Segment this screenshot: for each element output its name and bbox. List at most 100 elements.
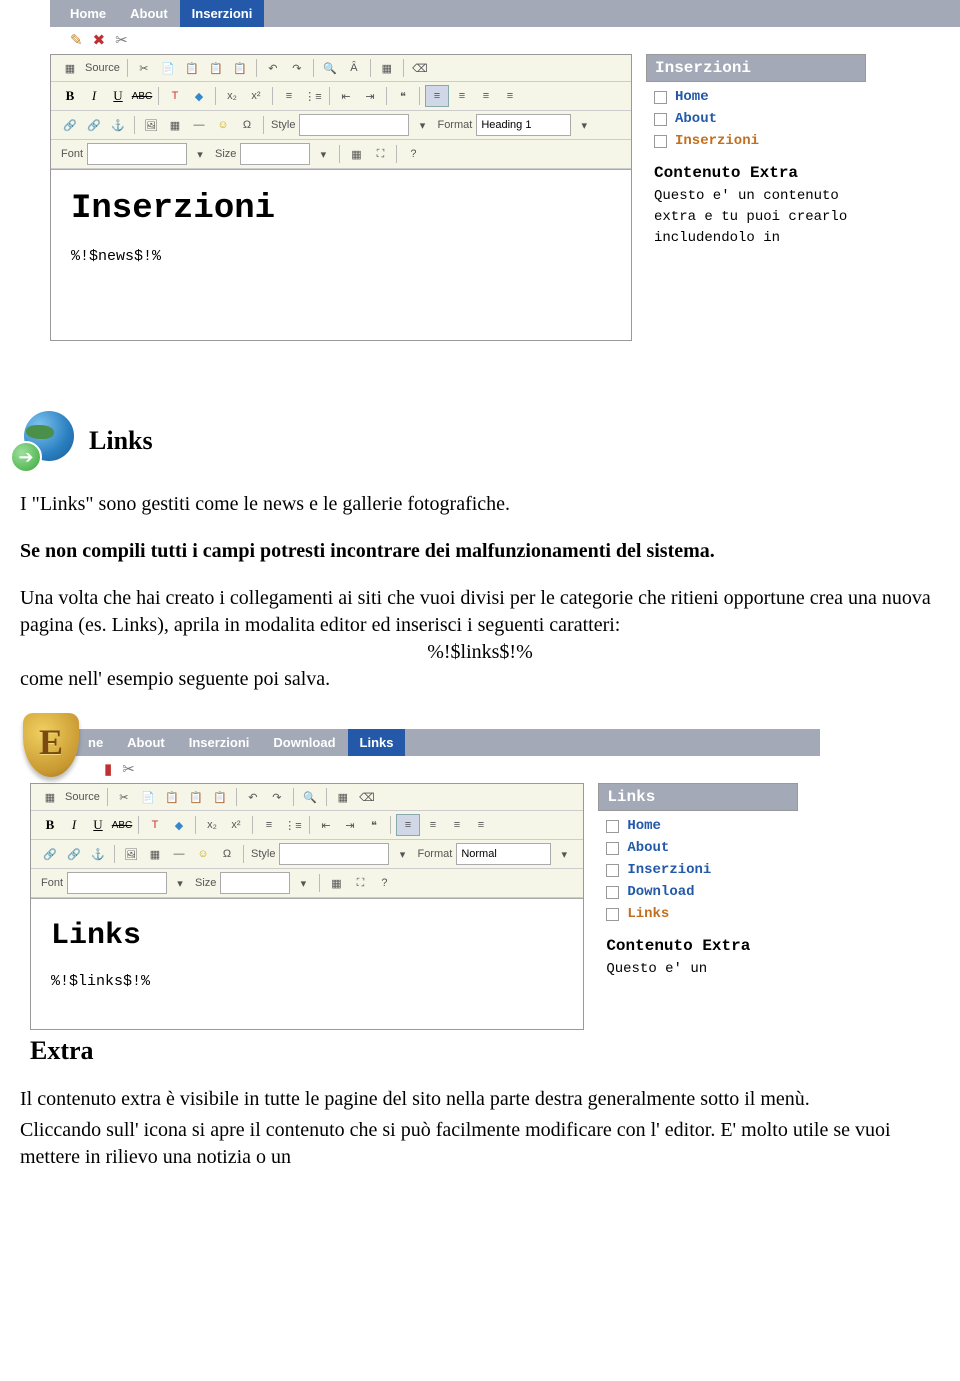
table-icon[interactable]: ▦ bbox=[164, 115, 186, 135]
cut-icon[interactable]: ✂ bbox=[113, 787, 135, 807]
delete-icon[interactable]: ▮ bbox=[104, 760, 112, 779]
maximize-icon[interactable]: ⛶ bbox=[369, 144, 391, 164]
link-icon[interactable]: 🔗 bbox=[59, 115, 81, 135]
table-icon[interactable]: ▦ bbox=[144, 844, 166, 864]
remove-format-icon[interactable]: ⌫ bbox=[409, 58, 431, 78]
align-center-icon[interactable]: ≡ bbox=[422, 815, 444, 835]
align-justify-icon[interactable]: ≡ bbox=[470, 815, 492, 835]
subscript-icon[interactable]: x₂ bbox=[221, 86, 243, 106]
ol-icon[interactable]: ≡ bbox=[278, 86, 300, 106]
source-button[interactable]: ▦ bbox=[59, 58, 81, 78]
align-justify-icon[interactable]: ≡ bbox=[499, 86, 521, 106]
show-blocks-icon[interactable]: ▦ bbox=[345, 144, 367, 164]
smiley-icon[interactable]: ☺ bbox=[192, 844, 214, 864]
redo-icon[interactable]: ↷ bbox=[286, 58, 308, 78]
indent-icon[interactable]: ⇥ bbox=[359, 86, 381, 106]
paste-text-icon[interactable]: 📋 bbox=[185, 787, 207, 807]
sidebar-item-home[interactable]: Home bbox=[598, 815, 798, 837]
nav-about[interactable]: About bbox=[118, 0, 180, 27]
paste-icon[interactable]: 📋 bbox=[181, 58, 203, 78]
checkbox-icon[interactable] bbox=[654, 113, 667, 126]
size-dropdown-icon[interactable]: ▾ bbox=[312, 144, 334, 164]
edit-icon[interactable]: ✎ bbox=[70, 31, 83, 50]
format-select[interactable] bbox=[476, 114, 571, 136]
editor-content-2[interactable]: Links %!$links$!% bbox=[31, 898, 583, 1029]
source-button[interactable]: ▦ bbox=[39, 787, 61, 807]
format-dropdown-icon[interactable]: ▾ bbox=[573, 115, 595, 135]
align-left-icon[interactable]: ≡ bbox=[425, 85, 449, 107]
font-dropdown-icon[interactable]: ▾ bbox=[189, 144, 211, 164]
select-all-icon[interactable]: ▦ bbox=[376, 58, 398, 78]
tools-icon[interactable]: ✂ bbox=[122, 760, 135, 779]
style-dropdown-icon[interactable]: ▾ bbox=[411, 115, 433, 135]
hr-icon[interactable]: — bbox=[168, 844, 190, 864]
paste-word-icon[interactable]: 📋 bbox=[229, 58, 251, 78]
undo-icon[interactable]: ↶ bbox=[242, 787, 264, 807]
sidebar-item-inserzioni[interactable]: Inserzioni bbox=[598, 859, 798, 881]
help-icon[interactable]: ? bbox=[402, 144, 424, 164]
size-select[interactable] bbox=[220, 872, 290, 894]
copy-icon[interactable]: 📄 bbox=[157, 58, 179, 78]
text-color-icon[interactable]: T bbox=[144, 815, 166, 835]
superscript-icon[interactable]: x² bbox=[225, 815, 247, 835]
checkbox-icon[interactable] bbox=[606, 842, 619, 855]
copy-icon[interactable]: 📄 bbox=[137, 787, 159, 807]
quote-icon[interactable]: ❝ bbox=[392, 86, 414, 106]
italic-button[interactable]: I bbox=[83, 86, 105, 106]
link-icon[interactable]: 🔗 bbox=[39, 844, 61, 864]
sidebar-item-about[interactable]: About bbox=[646, 108, 866, 130]
remove-format-icon[interactable]: ⌫ bbox=[356, 787, 378, 807]
hr-icon[interactable]: — bbox=[188, 115, 210, 135]
text-color-icon[interactable]: T bbox=[164, 86, 186, 106]
size-select[interactable] bbox=[240, 143, 310, 165]
anchor-icon[interactable]: ⚓ bbox=[107, 115, 129, 135]
indent-icon[interactable]: ⇥ bbox=[339, 815, 361, 835]
checkbox-icon[interactable] bbox=[654, 135, 667, 148]
font-select[interactable] bbox=[67, 872, 167, 894]
nav-inserzioni-2[interactable]: Inserzioni bbox=[177, 729, 262, 756]
style-select[interactable] bbox=[279, 843, 389, 865]
checkbox-icon[interactable] bbox=[606, 820, 619, 833]
ul-icon[interactable]: ⋮≡ bbox=[282, 815, 304, 835]
italic-button[interactable]: I bbox=[63, 815, 85, 835]
find-icon[interactable]: 🔍 bbox=[319, 58, 341, 78]
underline-button[interactable]: U bbox=[107, 86, 129, 106]
superscript-icon[interactable]: x² bbox=[245, 86, 267, 106]
checkbox-icon[interactable] bbox=[654, 91, 667, 104]
sidebar-item-download[interactable]: Download bbox=[598, 881, 798, 903]
font-select[interactable] bbox=[87, 143, 187, 165]
image-icon[interactable]: 🖼 bbox=[140, 115, 162, 135]
select-all-icon[interactable]: ▦ bbox=[332, 787, 354, 807]
nav-home[interactable]: Home bbox=[58, 0, 118, 27]
special-char-icon[interactable]: Ω bbox=[236, 115, 258, 135]
outdent-icon[interactable]: ⇤ bbox=[335, 86, 357, 106]
smiley-icon[interactable]: ☺ bbox=[212, 115, 234, 135]
undo-icon[interactable]: ↶ bbox=[262, 58, 284, 78]
special-char-icon[interactable]: Ω bbox=[216, 844, 238, 864]
outdent-icon[interactable]: ⇤ bbox=[315, 815, 337, 835]
font-dropdown-icon[interactable]: ▾ bbox=[169, 873, 191, 893]
delete-icon[interactable]: ✖ bbox=[93, 31, 106, 50]
redo-icon[interactable]: ↷ bbox=[266, 787, 288, 807]
align-right-icon[interactable]: ≡ bbox=[475, 86, 497, 106]
align-right-icon[interactable]: ≡ bbox=[446, 815, 468, 835]
quote-icon[interactable]: ❝ bbox=[363, 815, 385, 835]
unlink-icon[interactable]: 🔗 bbox=[63, 844, 85, 864]
sidebar-item-home[interactable]: Home bbox=[646, 86, 866, 108]
paste-text-icon[interactable]: 📋 bbox=[205, 58, 227, 78]
tools-icon[interactable]: ✂ bbox=[115, 31, 128, 50]
paste-word-icon[interactable]: 📋 bbox=[209, 787, 231, 807]
anchor-icon[interactable]: ⚓ bbox=[87, 844, 109, 864]
size-dropdown-icon[interactable]: ▾ bbox=[292, 873, 314, 893]
bg-color-icon[interactable]: ◆ bbox=[188, 86, 210, 106]
sidebar-item-links[interactable]: Links bbox=[598, 903, 798, 925]
find-icon[interactable]: 🔍 bbox=[299, 787, 321, 807]
sidebar-item-inserzioni[interactable]: Inserzioni bbox=[646, 130, 866, 152]
style-select[interactable] bbox=[299, 114, 409, 136]
format-select[interactable] bbox=[456, 843, 551, 865]
subscript-icon[interactable]: x₂ bbox=[201, 815, 223, 835]
paste-icon[interactable]: 📋 bbox=[161, 787, 183, 807]
checkbox-icon[interactable] bbox=[606, 908, 619, 921]
show-blocks-icon[interactable]: ▦ bbox=[325, 873, 347, 893]
bold-button[interactable]: B bbox=[59, 86, 81, 106]
